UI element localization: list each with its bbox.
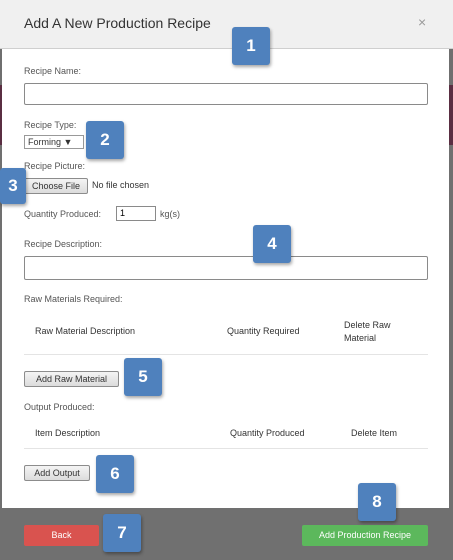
raw-col-delete-line2: Material — [344, 333, 377, 343]
raw-col-delete-line1: Delete Raw — [344, 320, 391, 330]
add-output-button[interactable]: Add Output — [24, 465, 90, 481]
marker-4: 4 — [253, 225, 291, 263]
quantity-input[interactable]: 1 — [116, 206, 156, 221]
recipe-type-select[interactable]: Forming ▼ — [24, 135, 84, 149]
description-input[interactable] — [24, 256, 428, 280]
recipe-name-label: Recipe Name: — [24, 66, 82, 76]
raw-col-description: Raw Material Description — [35, 326, 136, 336]
output-col-description: Item Description — [35, 428, 101, 438]
output-table-divider — [24, 448, 428, 449]
marker-5: 5 — [124, 358, 162, 396]
add-production-recipe-button[interactable]: Add Production Recipe — [302, 525, 428, 546]
marker-1: 1 — [232, 27, 270, 65]
description-label: Recipe Description: — [24, 239, 103, 249]
recipe-picture-label: Recipe Picture: — [24, 161, 86, 171]
output-col-quantity: Quantity Produced — [230, 428, 305, 438]
back-button[interactable]: Back — [24, 525, 99, 546]
raw-table-divider — [24, 354, 428, 355]
modal-header: Add A New Production Recipe × — [0, 0, 453, 49]
marker-7: 7 — [103, 514, 141, 552]
quantity-label: Quantity Produced: — [24, 209, 102, 219]
marker-3: 3 — [0, 168, 26, 204]
recipe-name-input[interactable] — [24, 83, 428, 105]
add-raw-material-button[interactable]: Add Raw Material — [24, 371, 119, 387]
output-col-delete: Delete Item — [351, 428, 398, 438]
modal-body: Recipe Name: Recipe Type: Forming ▼ Reci… — [2, 49, 449, 508]
close-icon[interactable]: × — [418, 14, 426, 30]
output-label: Output Produced: — [24, 402, 95, 412]
marker-6: 6 — [96, 455, 134, 493]
raw-materials-label: Raw Materials Required: — [24, 294, 123, 304]
modal-title: Add A New Production Recipe — [24, 15, 211, 31]
no-file-text: No file chosen — [92, 180, 150, 190]
raw-col-quantity: Quantity Required — [227, 326, 300, 336]
marker-8: 8 — [358, 483, 396, 521]
marker-2: 2 — [86, 121, 124, 159]
recipe-type-label: Recipe Type: — [24, 120, 77, 130]
choose-file-button[interactable]: Choose File — [24, 178, 88, 194]
quantity-unit: kg(s) — [160, 209, 180, 219]
